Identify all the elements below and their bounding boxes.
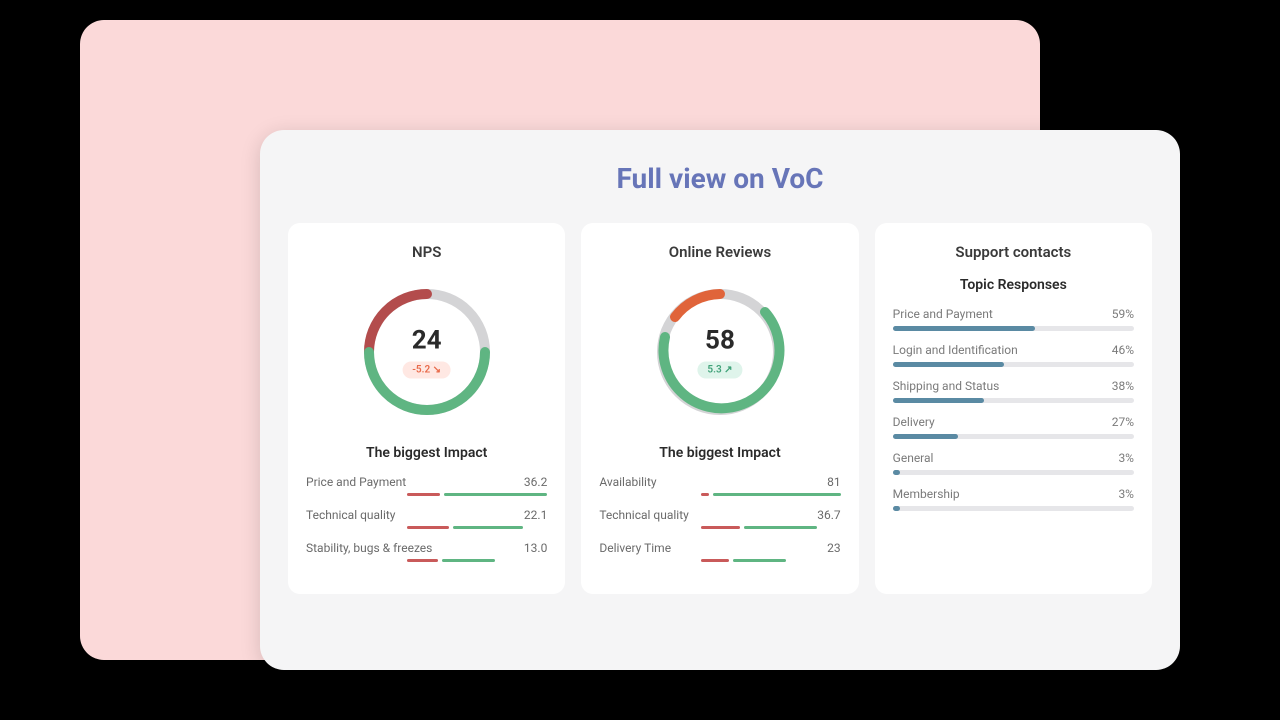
topic-label: Delivery xyxy=(893,415,935,429)
impact-value: 81 xyxy=(827,475,841,489)
nps-impact-list: Price and Payment 36.2 Technical quality 22… xyxy=(306,475,547,562)
reviews-impact-list: Availability 81 Technical quality 36.7 Deliv… xyxy=(599,475,840,562)
topic-pct: 3% xyxy=(1118,451,1134,465)
topic-label: Price and Payment xyxy=(893,307,993,321)
topic-pct: 59% xyxy=(1112,307,1134,321)
topic-pct: 3% xyxy=(1118,487,1134,501)
impact-label: Technical quality xyxy=(599,508,688,522)
topic-bar xyxy=(893,398,1134,403)
support-card: Support contacts Topic Responses Price a… xyxy=(875,223,1152,594)
impact-bar xyxy=(306,559,547,562)
impact-bar xyxy=(306,526,547,529)
cards-row: NPS 24 -5.2 ↘ The biggest Impact Price a… xyxy=(288,223,1152,594)
impact-value: 13.0 xyxy=(524,541,547,555)
nps-delta: -5.2 ↘ xyxy=(402,362,451,379)
impact-row: Price and Payment 36.2 xyxy=(306,475,547,489)
topic-row: Price and Payment 59% xyxy=(893,307,1134,331)
impact-row: Technical quality 22.1 xyxy=(306,508,547,522)
topic-label: General xyxy=(893,451,934,465)
voc-panel: Full view on VoC NPS 24 -5.2 ↘ The bigge… xyxy=(260,130,1180,670)
impact-label: Price and Payment xyxy=(306,475,406,489)
impact-bar xyxy=(306,493,547,496)
reviews-gauge-center: 58 5.3 ↗ xyxy=(697,326,742,379)
topic-bar xyxy=(893,326,1134,331)
panel-title: Full view on VoC xyxy=(288,162,1152,195)
topic-bar xyxy=(893,434,1134,439)
impact-bar xyxy=(599,559,840,562)
topic-pct: 46% xyxy=(1112,343,1134,357)
nps-gauge: 24 -5.2 ↘ xyxy=(306,277,547,427)
impact-value: 22.1 xyxy=(524,508,547,522)
topic-pct: 38% xyxy=(1112,379,1134,393)
topic-label: Shipping and Status xyxy=(893,379,1000,393)
reviews-delta: 5.3 ↗ xyxy=(697,362,742,379)
impact-value: 36.7 xyxy=(817,508,840,522)
support-title: Support contacts xyxy=(893,243,1134,261)
impact-label: Availability xyxy=(599,475,656,489)
impact-row: Technical quality 36.7 xyxy=(599,508,840,522)
nps-impact-label: The biggest Impact xyxy=(306,445,547,461)
impact-row: Delivery Time 23 xyxy=(599,541,840,555)
impact-bar xyxy=(599,493,840,496)
impact-row: Availability 81 xyxy=(599,475,840,489)
nps-value: 24 xyxy=(402,326,451,356)
nps-card: NPS 24 -5.2 ↘ The biggest Impact Price a… xyxy=(288,223,565,594)
impact-row: Stability, bugs & freezes 13.0 xyxy=(306,541,547,555)
topic-label: Login and Identification xyxy=(893,343,1018,357)
topic-row: General 3% xyxy=(893,451,1134,475)
nps-gauge-center: 24 -5.2 ↘ xyxy=(402,326,451,379)
topic-row: Membership 3% xyxy=(893,487,1134,511)
impact-value: 23 xyxy=(827,541,841,555)
reviews-card: Online Reviews 58 5.3 ↗ The biggest Impa… xyxy=(581,223,858,594)
nps-title: NPS xyxy=(306,243,547,261)
impact-label: Delivery Time xyxy=(599,541,671,555)
impact-bar xyxy=(599,526,840,529)
support-topic-list: Price and Payment 59% Login and Identifica… xyxy=(893,307,1134,511)
support-section: Topic Responses xyxy=(893,277,1134,293)
topic-bar xyxy=(893,470,1134,475)
topic-bar xyxy=(893,506,1134,511)
reviews-gauge: 58 5.3 ↗ xyxy=(599,277,840,427)
topic-row: Delivery 27% xyxy=(893,415,1134,439)
topic-pct: 27% xyxy=(1112,415,1134,429)
reviews-value: 58 xyxy=(697,326,742,356)
impact-label: Technical quality xyxy=(306,508,395,522)
topic-row: Shipping and Status 38% xyxy=(893,379,1134,403)
reviews-impact-label: The biggest Impact xyxy=(599,445,840,461)
impact-label: Stability, bugs & freezes xyxy=(306,541,432,555)
impact-value: 36.2 xyxy=(524,475,547,489)
topic-label: Membership xyxy=(893,487,960,501)
topic-row: Login and Identification 46% xyxy=(893,343,1134,367)
reviews-title: Online Reviews xyxy=(599,243,840,261)
topic-bar xyxy=(893,362,1134,367)
